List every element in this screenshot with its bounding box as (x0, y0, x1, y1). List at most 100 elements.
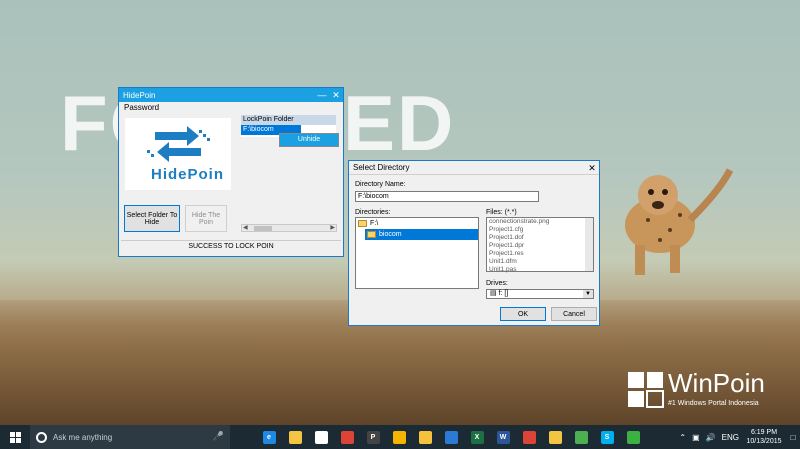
hide-button[interactable]: Hide The Poin (185, 205, 227, 232)
close-icon[interactable]: ✕ (585, 161, 599, 175)
clock-date: 10/13/2015 (746, 438, 782, 445)
hidepoin-logo-text: HidePoin (151, 166, 225, 183)
file-item: Unit1.pas (489, 266, 517, 273)
warning-app-icon-glyph (548, 430, 562, 444)
directory-name-label: Directory Name: (355, 181, 406, 188)
swap-arrows-icon (147, 126, 210, 162)
drives-label: Drives: (486, 280, 508, 287)
password-label: Password (124, 103, 160, 112)
dir-item-label: biocom (379, 231, 402, 238)
app-green-icon-glyph (574, 430, 588, 444)
lock-app-icon-glyph (392, 430, 406, 444)
cheetah-image (625, 168, 734, 275)
file-explorer-icon[interactable] (282, 425, 308, 449)
excel-icon[interactable]: X (464, 425, 490, 449)
torrent-icon-glyph (626, 430, 640, 444)
directories-list[interactable]: F:\ biocom (355, 217, 479, 289)
winpoin-brand-name: WinPoin (668, 368, 765, 398)
excel-icon-glyph: X (470, 430, 484, 444)
chrome-icon-glyph (340, 430, 354, 444)
context-menu-unhide[interactable]: Unhide (279, 133, 339, 147)
taskbar-apps: e P XW S (230, 425, 646, 449)
torrent-icon[interactable] (620, 425, 646, 449)
edge-icon[interactable]: e (256, 425, 282, 449)
hidepoin-title: HidePoin (123, 90, 156, 100)
files-list[interactable]: connectionstrate.png Project1.cfg Projec… (486, 217, 594, 273)
word-icon[interactable]: W (490, 425, 516, 449)
skype-icon[interactable]: S (594, 425, 620, 449)
file-item: Project1.res (489, 250, 524, 257)
file-item: connectionstrate.png (489, 218, 550, 225)
network-app-icon[interactable] (438, 425, 464, 449)
open-folder-icon (358, 220, 367, 227)
scroll-thumb[interactable] (254, 226, 272, 231)
file-item: Project1.cfg (489, 226, 524, 233)
show-hidden-icons-icon[interactable]: ⌃ (679, 433, 686, 442)
system-tray: ⌃ ▣ 🔊 ENG 6:19 PM 10/13/2015 □ (676, 425, 800, 449)
windows-logo-icon (9, 431, 21, 443)
skype-icon-glyph: S (600, 430, 614, 444)
lock-app-icon[interactable] (386, 425, 412, 449)
taskbar: Ask me anything 🎤 e P XW S ⌃ ▣ 🔊 ENG 6:19 P… (0, 425, 800, 449)
drive-icon: ▤ (490, 290, 499, 297)
cortana-icon (36, 431, 47, 443)
files-label: Files: (*.*) (486, 209, 517, 216)
task-view-icon[interactable] (230, 425, 256, 449)
app-p-icon[interactable]: P (360, 425, 386, 449)
dir-item-biocom[interactable]: biocom (365, 229, 478, 240)
dir-item-label: F:\ (370, 220, 379, 227)
microphone-icon[interactable]: 🎤 (213, 431, 224, 442)
close-icon[interactable]: ✕ (329, 88, 343, 102)
drives-select[interactable]: ▤ f: [] ▼ (486, 289, 594, 299)
hidepoin-window: HidePoin — ✕ Password HidePoin LockPoin … (118, 87, 344, 257)
chrome2-icon[interactable] (516, 425, 542, 449)
scroll-left-icon[interactable]: ◀ (243, 224, 248, 231)
dir-item-root[interactable]: F:\ (356, 218, 478, 229)
cancel-button[interactable]: Cancel (551, 307, 597, 321)
search-box[interactable]: Ask me anything 🎤 (30, 425, 230, 449)
file-explorer-icon-glyph (288, 430, 302, 444)
edge-icon-glyph: e (262, 430, 276, 444)
language-indicator[interactable]: ENG (722, 433, 739, 442)
horizontal-scrollbar[interactable]: ◀ ▶ (241, 224, 337, 232)
search-placeholder: Ask me anything (53, 432, 113, 442)
minimize-icon[interactable]: — (315, 88, 329, 102)
winpoin-brand-tagline: #1 Windows Portal Indonesia (668, 400, 759, 407)
chrome-icon[interactable] (334, 425, 360, 449)
file-item: Unit1.dfm (489, 258, 517, 265)
store-icon[interactable] (308, 425, 334, 449)
network-app-icon-glyph (444, 430, 458, 444)
hidepoin-logo: HidePoin (125, 118, 231, 190)
directory-name-field[interactable]: F:\biocom (355, 191, 539, 202)
select-directory-dialog: Select Directory ✕ Directory Name: F:\bi… (348, 160, 600, 326)
start-button[interactable] (0, 425, 30, 449)
file-item: Project1.dpr (489, 242, 525, 249)
network-icon[interactable]: ▣ (692, 433, 700, 442)
chevron-down-icon[interactable]: ▼ (583, 290, 593, 298)
scroll-right-icon[interactable]: ▶ (330, 224, 335, 231)
chrome2-icon-glyph (522, 430, 536, 444)
select-folder-button[interactable]: Select Folder To Hide (124, 205, 180, 232)
clock[interactable]: 6:19 PM 10/13/2015 (742, 428, 786, 446)
hidepoin-titlebar[interactable]: HidePoin — ✕ (119, 88, 343, 102)
app-green-icon[interactable] (568, 425, 594, 449)
directories-label: Directories: (355, 209, 391, 216)
warning-app-icon[interactable] (542, 425, 568, 449)
word-icon-glyph: W (496, 430, 510, 444)
task-view-icon-glyph (236, 430, 250, 444)
lockpoin-list-header: LockPoin Folder (241, 115, 336, 125)
winpoin-logo-icon (628, 372, 664, 408)
volume-icon[interactable]: 🔊 (706, 433, 716, 442)
select-directory-titlebar[interactable]: Select Directory ✕ (349, 161, 599, 175)
files-scrollbar[interactable] (585, 218, 593, 271)
emoji-app-icon[interactable] (412, 425, 438, 449)
ok-button[interactable]: OK (500, 307, 546, 321)
app-p-icon-glyph: P (366, 430, 380, 444)
drive-value: f: [] (498, 290, 509, 297)
file-item: Project1.dof (489, 234, 524, 241)
status-bar: SUCCESS TO LOCK POIN (121, 240, 341, 252)
store-icon-glyph (314, 430, 328, 444)
select-directory-title: Select Directory (353, 163, 410, 172)
action-center-icon[interactable]: □ (786, 425, 800, 449)
open-folder-icon (367, 231, 376, 238)
